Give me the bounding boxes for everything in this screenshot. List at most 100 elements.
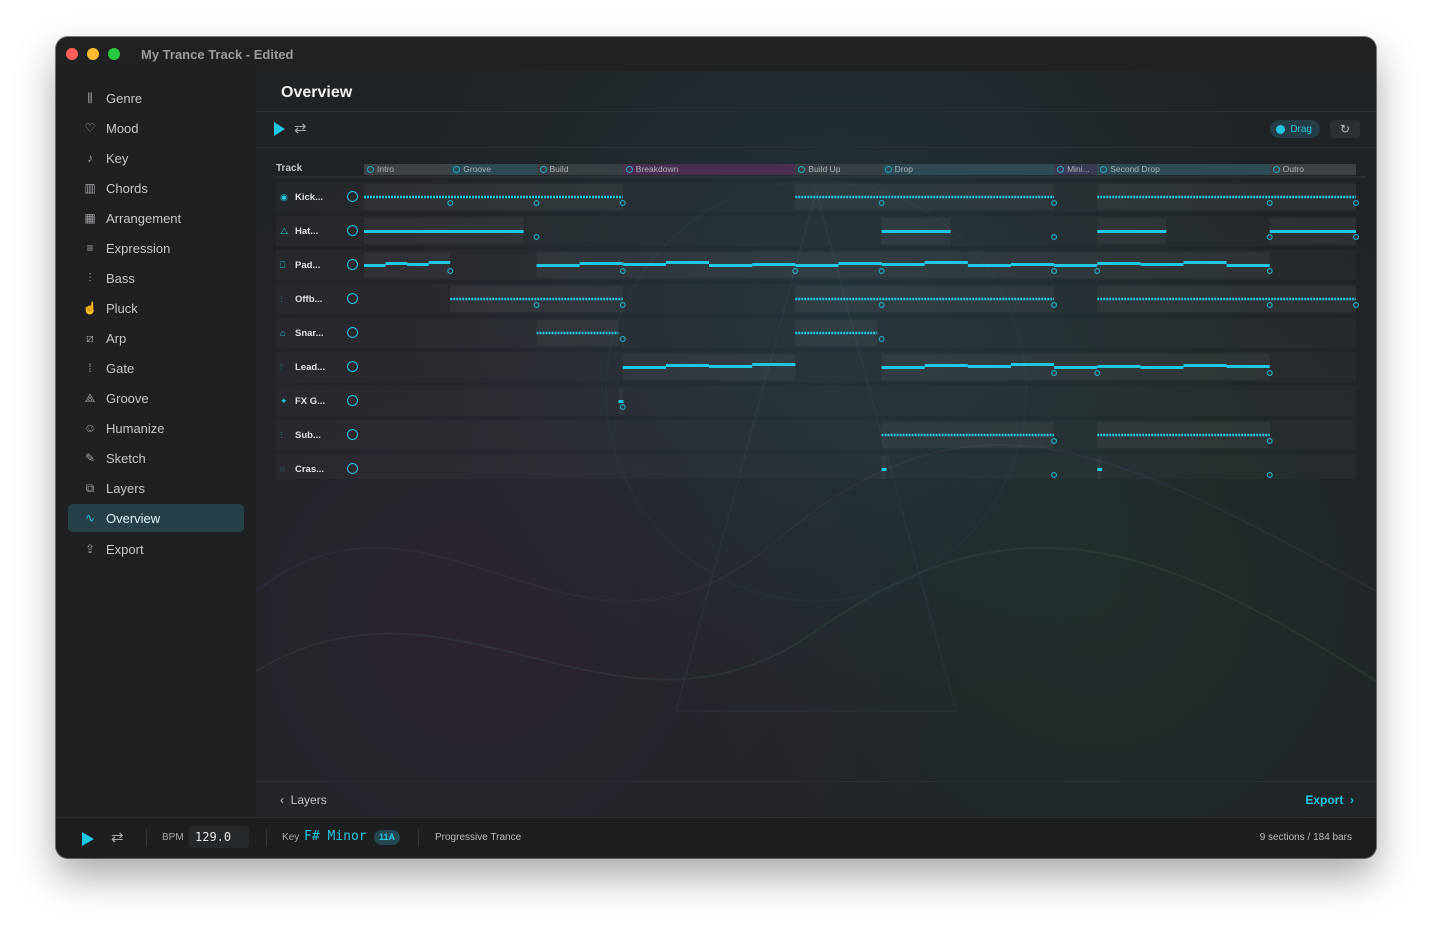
sidebar-item-mood[interactable]: ♡ Mood <box>68 114 244 142</box>
section-label[interactable]: Outro <box>1269 164 1356 175</box>
track-name: Snar... <box>295 328 324 339</box>
section-label[interactable]: Build <box>536 164 623 175</box>
section-label[interactable]: Breakdown <box>622 164 796 175</box>
sidebar-item-genre[interactable]: ⫼ Genre <box>68 84 244 112</box>
divider <box>146 829 147 847</box>
section-name: Second Drop <box>1110 164 1160 174</box>
section-label[interactable]: Build Up <box>795 164 882 175</box>
arrangement-summary: 9 sections / 184 bars <box>1259 832 1352 843</box>
track-expand-button[interactable] <box>347 259 358 270</box>
refresh-icon[interactable]: ↻ <box>1330 120 1360 138</box>
next-label: Export <box>1305 793 1344 807</box>
sidebar-item-label: Arp <box>106 330 127 346</box>
section-label[interactable]: Second Drop <box>1097 164 1270 175</box>
transport-bar: ⇄ BPM 129.0 Key F# Minor 11A Progressive… <box>56 817 1376 858</box>
sidebar-item-expression[interactable]: ≡ Expression <box>68 234 244 262</box>
track-row: ⫶ Sub... <box>276 418 1366 452</box>
section-name: Breakdown <box>635 164 679 174</box>
sidebar-item-label: Humanize <box>106 420 165 436</box>
page-header: Overview <box>256 71 1376 112</box>
sidebar-item-pluck[interactable]: ☝ Pluck <box>68 294 244 322</box>
section-dot-icon <box>453 166 461 174</box>
main-panel: Overview ⇄ Drag ↻ Track Intro Groove Build… <box>256 71 1376 818</box>
snare-icon: ⌂ <box>280 328 286 338</box>
sidebar-item-label: Genre <box>106 90 143 106</box>
divider <box>266 829 267 847</box>
bpm-label: BPM <box>162 832 184 843</box>
track-expand-button[interactable] <box>347 429 358 440</box>
drag-icon <box>1276 124 1286 134</box>
sidebar-item-arp[interactable]: ⧄ Arp <box>68 324 244 352</box>
overview-toolbar: ⇄ Drag ↻ <box>256 111 1376 148</box>
sidebar-item-label: Groove <box>106 390 149 406</box>
hat-icon: ⧍ <box>280 226 289 236</box>
window-title: My Trance Track - Edited <box>141 47 294 62</box>
track-expand-button[interactable] <box>347 293 358 304</box>
arp-icon: ⧄ <box>86 330 94 345</box>
track-expand-button[interactable] <box>347 463 358 474</box>
drag-button[interactable]: Drag <box>1270 120 1320 138</box>
track-row: ⫶ Lead... <box>276 350 1366 384</box>
sidebar-item-label: Layers <box>106 480 146 496</box>
section-name: Groove <box>463 164 492 174</box>
play-icon[interactable] <box>82 832 94 846</box>
bpm-field[interactable]: 129.0 <box>189 826 249 848</box>
track-row: ✦ FX G... <box>276 384 1366 418</box>
section-label[interactable]: Groove <box>450 164 537 175</box>
minimize-button[interactable] <box>87 48 99 60</box>
next-button[interactable]: Export › <box>1305 793 1354 807</box>
genre-text: Progressive Trance <box>435 832 522 843</box>
track-expand-button[interactable] <box>347 361 358 372</box>
section-label[interactable]: Mini... <box>1054 164 1098 175</box>
sidebar-item-overview[interactable]: ∿ Overview <box>68 504 244 532</box>
sidebar-item-label: Pluck <box>106 300 138 316</box>
loop-icon[interactable]: ⇄ <box>111 828 124 846</box>
track-expand-button[interactable] <box>347 327 358 338</box>
zoom-button[interactable] <box>108 48 120 60</box>
title-bar: My Trance Track - Edited <box>56 37 1376 71</box>
sidebar-item-gate[interactable]: ⁞ Gate <box>68 354 244 382</box>
sidebar-item-export[interactable]: ⇪ Export <box>68 535 244 563</box>
sidebar-item-chords[interactable]: ▥ Chords <box>68 174 244 202</box>
key-value[interactable]: F# Minor <box>304 829 367 844</box>
track-row: ⧍ Hat... <box>276 214 1366 248</box>
arrangement-overview: Track Intro Groove Build Breakdown Build Up D… <box>276 159 1366 479</box>
section-label[interactable]: Drop <box>881 164 1055 175</box>
loop-icon[interactable]: ⇄ <box>294 119 307 137</box>
sidebar-item-label: Arrangement <box>106 210 182 226</box>
app-window: My Trance Track - Edited ⫼ Genre ♡ Mood ♪ Key… <box>56 37 1376 858</box>
pulse-icon: ∿ <box>84 511 96 525</box>
play-icon[interactable] <box>274 122 285 136</box>
section-dot-icon <box>1057 166 1065 174</box>
section-name: Mini... <box>1067 164 1090 174</box>
sidebar-item-key[interactable]: ♪ Key <box>68 144 244 172</box>
back-label: Layers <box>290 793 327 807</box>
section-name: Drop <box>894 164 913 174</box>
sidebar-item-bass[interactable]: ⫶ Bass <box>68 264 244 292</box>
kick-icon: ◉ <box>280 192 288 202</box>
sidebar-item-groove[interactable]: ⟁ Groove <box>68 384 244 412</box>
sidebar-item-arrangement[interactable]: ▦ Arrangement <box>68 204 244 232</box>
track-name: Lead... <box>295 362 326 373</box>
section-dot-icon <box>1100 166 1108 174</box>
track-row: ⫶ Offb... <box>276 282 1366 316</box>
sidebar-item-layers[interactable]: ⧉ Layers <box>68 474 244 502</box>
sidebar-item-label: Mood <box>106 120 139 136</box>
track-row: ◉ Kick... <box>276 180 1366 214</box>
section-label[interactable]: Intro <box>364 164 451 175</box>
sidebar-item-humanize[interactable]: ☺ Humanize <box>68 414 244 442</box>
track-name: Offb... <box>295 294 323 305</box>
track-expand-button[interactable] <box>347 395 358 406</box>
layers-icon: ⧉ <box>85 480 95 495</box>
track-expand-button[interactable] <box>347 191 358 202</box>
back-button[interactable]: ‹ Layers <box>280 793 327 807</box>
sidebar-item-sketch[interactable]: ✎ Sketch <box>68 444 244 472</box>
track-expand-button[interactable] <box>347 225 358 236</box>
track-name: Cras... <box>295 464 325 475</box>
sidebar-item-label: Export <box>106 541 144 557</box>
close-button[interactable] <box>66 48 78 60</box>
track-row: ◌ Cras... <box>276 452 1366 486</box>
track-name: FX G... <box>295 396 326 407</box>
section-name: Intro <box>377 164 395 174</box>
section-dot-icon <box>1272 166 1280 174</box>
